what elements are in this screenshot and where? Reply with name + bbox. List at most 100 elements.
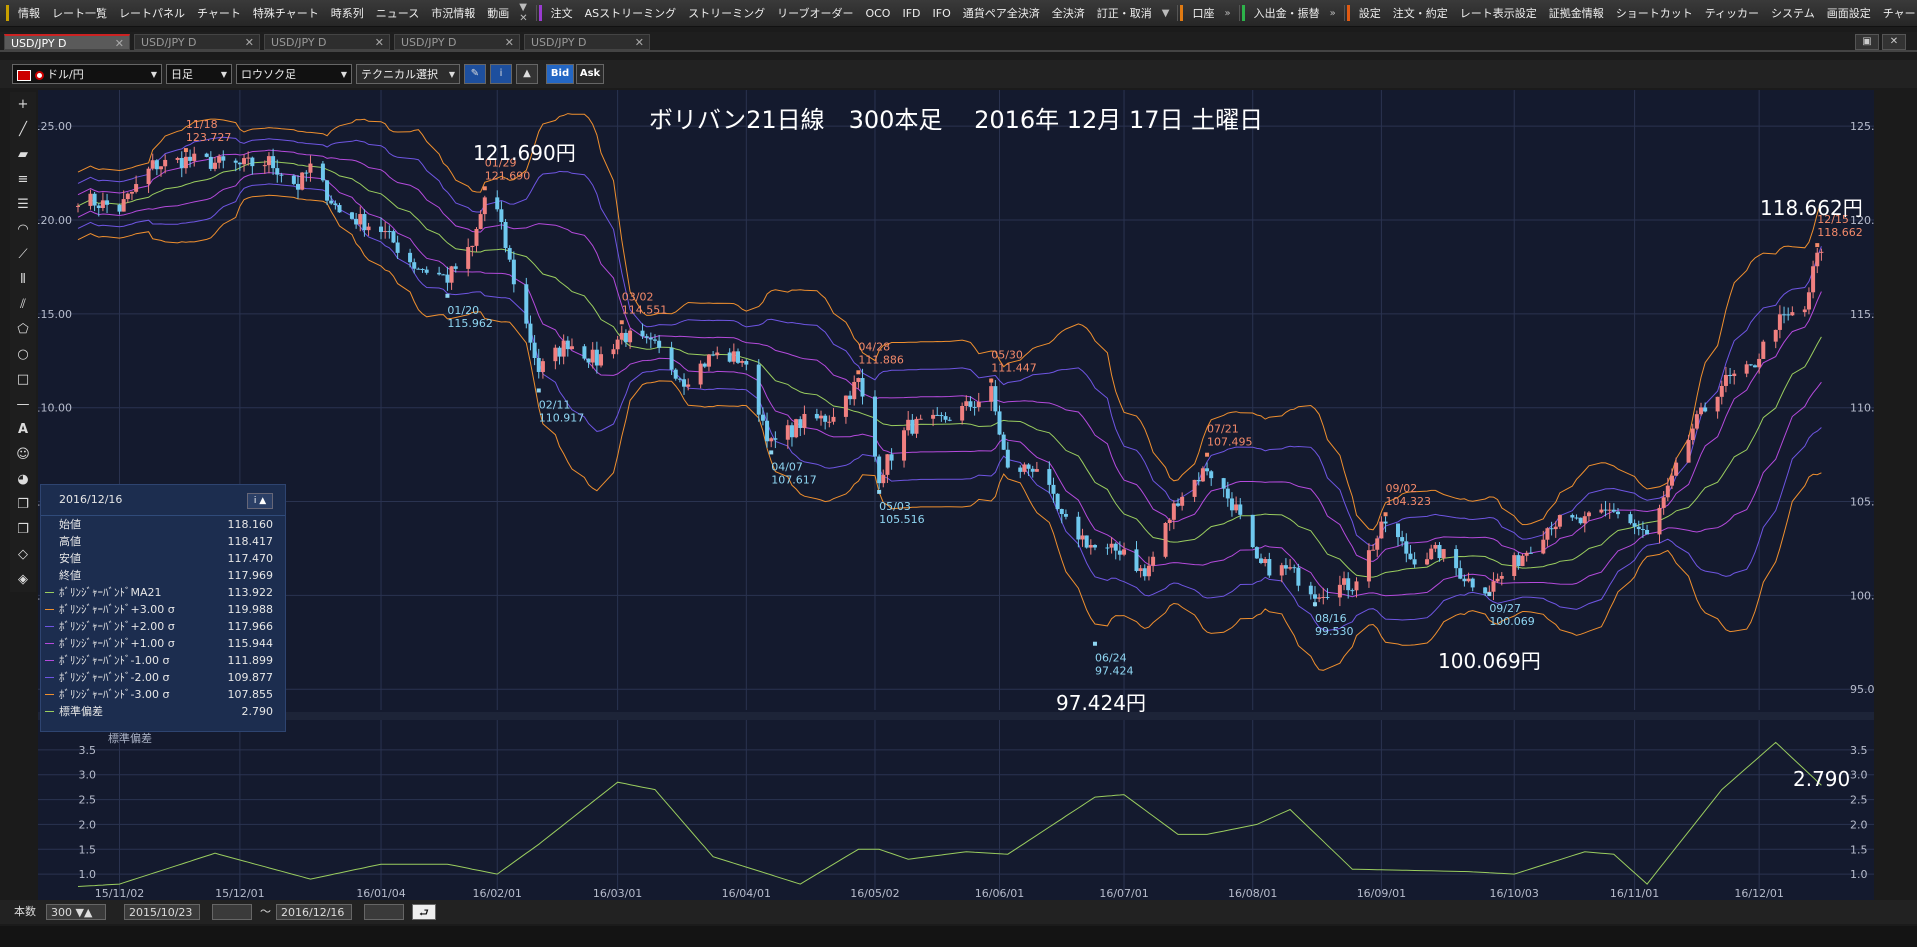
- mountain-chart-icon[interactable]: ▲: [516, 64, 538, 84]
- chevron-right-icon[interactable]: »: [1220, 8, 1234, 19]
- menu-more-icon[interactable]: ▼ ✕: [515, 2, 531, 24]
- candle-body: [304, 172, 309, 174]
- vertical-lines-icon[interactable]: ⦀: [12, 269, 34, 291]
- candle-body: [889, 454, 894, 461]
- return-icon[interactable]: ⮐: [412, 904, 436, 920]
- info-collapse-icon[interactable]: i ▲: [247, 493, 273, 509]
- candle-body: [1001, 434, 1006, 450]
- menu-item[interactable]: ニュース: [370, 5, 425, 21]
- tab-chart-2[interactable]: USD/JPY D ✕: [134, 34, 260, 50]
- maximize-icon[interactable]: ▣: [1855, 34, 1879, 50]
- candle-body: [964, 401, 969, 406]
- copy-icon[interactable]: ❐: [12, 494, 34, 516]
- tab-chart-1[interactable]: USD/JPY D ✕: [4, 34, 130, 50]
- candle-body: [470, 245, 475, 248]
- crosshair-icon[interactable]: +: [12, 94, 34, 116]
- menu-item[interactable]: チャート: [1877, 5, 1917, 21]
- technical-select[interactable]: テクニカル選択 ▼: [356, 64, 460, 84]
- candle-body: [860, 378, 865, 397]
- close-icon[interactable]: ✕: [245, 35, 254, 51]
- menu-item[interactable]: ショートカット: [1610, 5, 1699, 21]
- menu-item[interactable]: 設定: [1353, 5, 1387, 21]
- trendline-icon[interactable]: ╱: [12, 119, 34, 141]
- from-time-field[interactable]: [212, 904, 252, 920]
- menu-item[interactable]: レート表示設定: [1454, 5, 1543, 21]
- to-time-field[interactable]: [364, 904, 404, 920]
- menu-item[interactable]: 特殊チャート: [247, 5, 325, 21]
- candle-body: [599, 354, 604, 366]
- copy-disabled-icon[interactable]: ❐: [12, 519, 34, 541]
- menu-item[interactable]: ストリーミング: [682, 5, 771, 21]
- ask-button[interactable]: Ask: [576, 64, 604, 84]
- erase-all-icon[interactable]: ◈: [12, 569, 34, 591]
- menu-item[interactable]: 口座: [1186, 5, 1220, 21]
- channel-icon[interactable]: ⫽: [12, 294, 34, 316]
- menu-item[interactable]: システム: [1765, 5, 1821, 21]
- close-icon[interactable]: ✕: [635, 35, 644, 51]
- fan-icon[interactable]: ⟋: [12, 244, 34, 266]
- tab-chart-5[interactable]: USD/JPY D ✕: [524, 34, 650, 50]
- ruler-icon[interactable]: ▰: [12, 144, 34, 166]
- rectangle-icon[interactable]: □: [12, 369, 34, 391]
- pen-icon[interactable]: ✎: [464, 64, 486, 84]
- to-date-field[interactable]: 2016/12/16: [276, 904, 352, 920]
- brush-icon[interactable]: ◕: [12, 469, 34, 491]
- menu-item[interactable]: 注文: [545, 5, 579, 21]
- menu-item[interactable]: 注文・約定: [1387, 5, 1454, 21]
- tab-chart-3[interactable]: USD/JPY D ✕: [264, 34, 390, 50]
- period-select[interactable]: 日足 ▼: [166, 64, 232, 84]
- arc-icon[interactable]: ◠: [12, 219, 34, 241]
- from-date-field[interactable]: 2015/10/23: [124, 904, 200, 920]
- menu-item[interactable]: チャート: [191, 5, 247, 21]
- menu-item[interactable]: ASストリーミング: [579, 5, 683, 21]
- menu-item[interactable]: 画面設定: [1821, 5, 1877, 21]
- candle-body: [1051, 484, 1056, 494]
- candle-body: [1811, 266, 1816, 293]
- menu-item[interactable]: 動画: [481, 5, 515, 21]
- chevron-down-icon: ▼: [150, 70, 157, 79]
- y-tick-label: 115.00: [38, 308, 72, 321]
- menu-item[interactable]: レートパネル: [113, 5, 191, 21]
- menu-item[interactable]: 通貨ペア全決済: [957, 5, 1046, 21]
- menu-item[interactable]: 全決済: [1046, 5, 1091, 21]
- menu-item[interactable]: リーブオーダー: [771, 5, 859, 21]
- horizontal-line-icon[interactable]: —: [12, 394, 34, 416]
- chart-type-select[interactable]: ロウソク足 ▼: [236, 64, 352, 84]
- menu-more-icon[interactable]: ▼: [1158, 8, 1174, 19]
- menu-item[interactable]: 情報: [12, 5, 46, 21]
- menu-item[interactable]: レート一覧: [46, 5, 113, 21]
- emoji-icon[interactable]: ☺: [12, 444, 34, 466]
- menu-item[interactable]: IFD: [896, 7, 926, 20]
- close-icon[interactable]: ✕: [115, 36, 124, 52]
- info-icon[interactable]: i: [490, 64, 512, 84]
- eraser-icon[interactable]: ◇: [12, 544, 34, 566]
- currency-pair-select[interactable]: ドル/円 ▼: [12, 64, 162, 84]
- pentagon-icon[interactable]: ⬠: [12, 319, 34, 341]
- menu-item[interactable]: 市況情報: [425, 5, 481, 21]
- menu-item[interactable]: IFO: [927, 7, 957, 20]
- menu-item[interactable]: 証拠金情報: [1543, 5, 1610, 21]
- horizontal-lines-icon[interactable]: ≡: [12, 169, 34, 191]
- y-tick-label-right: 115.00: [1850, 308, 1874, 321]
- menu-item[interactable]: ティッカー: [1699, 5, 1765, 21]
- text-icon[interactable]: A: [12, 419, 34, 441]
- close-window-icon[interactable]: ✕: [1882, 34, 1906, 50]
- menu-item[interactable]: 入出金・振替: [1248, 5, 1326, 21]
- tab-chart-4[interactable]: USD/JPY D ✕: [394, 34, 520, 50]
- menu-item[interactable]: 訂正・取消: [1091, 5, 1158, 21]
- circle-icon[interactable]: ○: [12, 344, 34, 366]
- candle-body: [1582, 516, 1587, 524]
- chart-area[interactable]: 125.00125.00120.00120.00115.00115.00110.…: [34, 90, 1889, 900]
- close-icon[interactable]: ✕: [375, 35, 384, 51]
- candle-body: [814, 413, 819, 419]
- close-icon[interactable]: ✕: [505, 35, 514, 51]
- candle-body: [960, 405, 965, 421]
- menu-item[interactable]: 時系列: [325, 5, 370, 21]
- bid-button[interactable]: Bid: [546, 64, 574, 84]
- range-tilde: 〜: [260, 905, 271, 918]
- bar-count-stepper[interactable]: 300 ▼▲: [46, 904, 106, 920]
- chevron-right-icon[interactable]: »: [1326, 8, 1340, 19]
- menu-item[interactable]: OCO: [859, 7, 896, 20]
- candle-body: [540, 361, 545, 372]
- fibonacci-icon[interactable]: ☰: [12, 194, 34, 216]
